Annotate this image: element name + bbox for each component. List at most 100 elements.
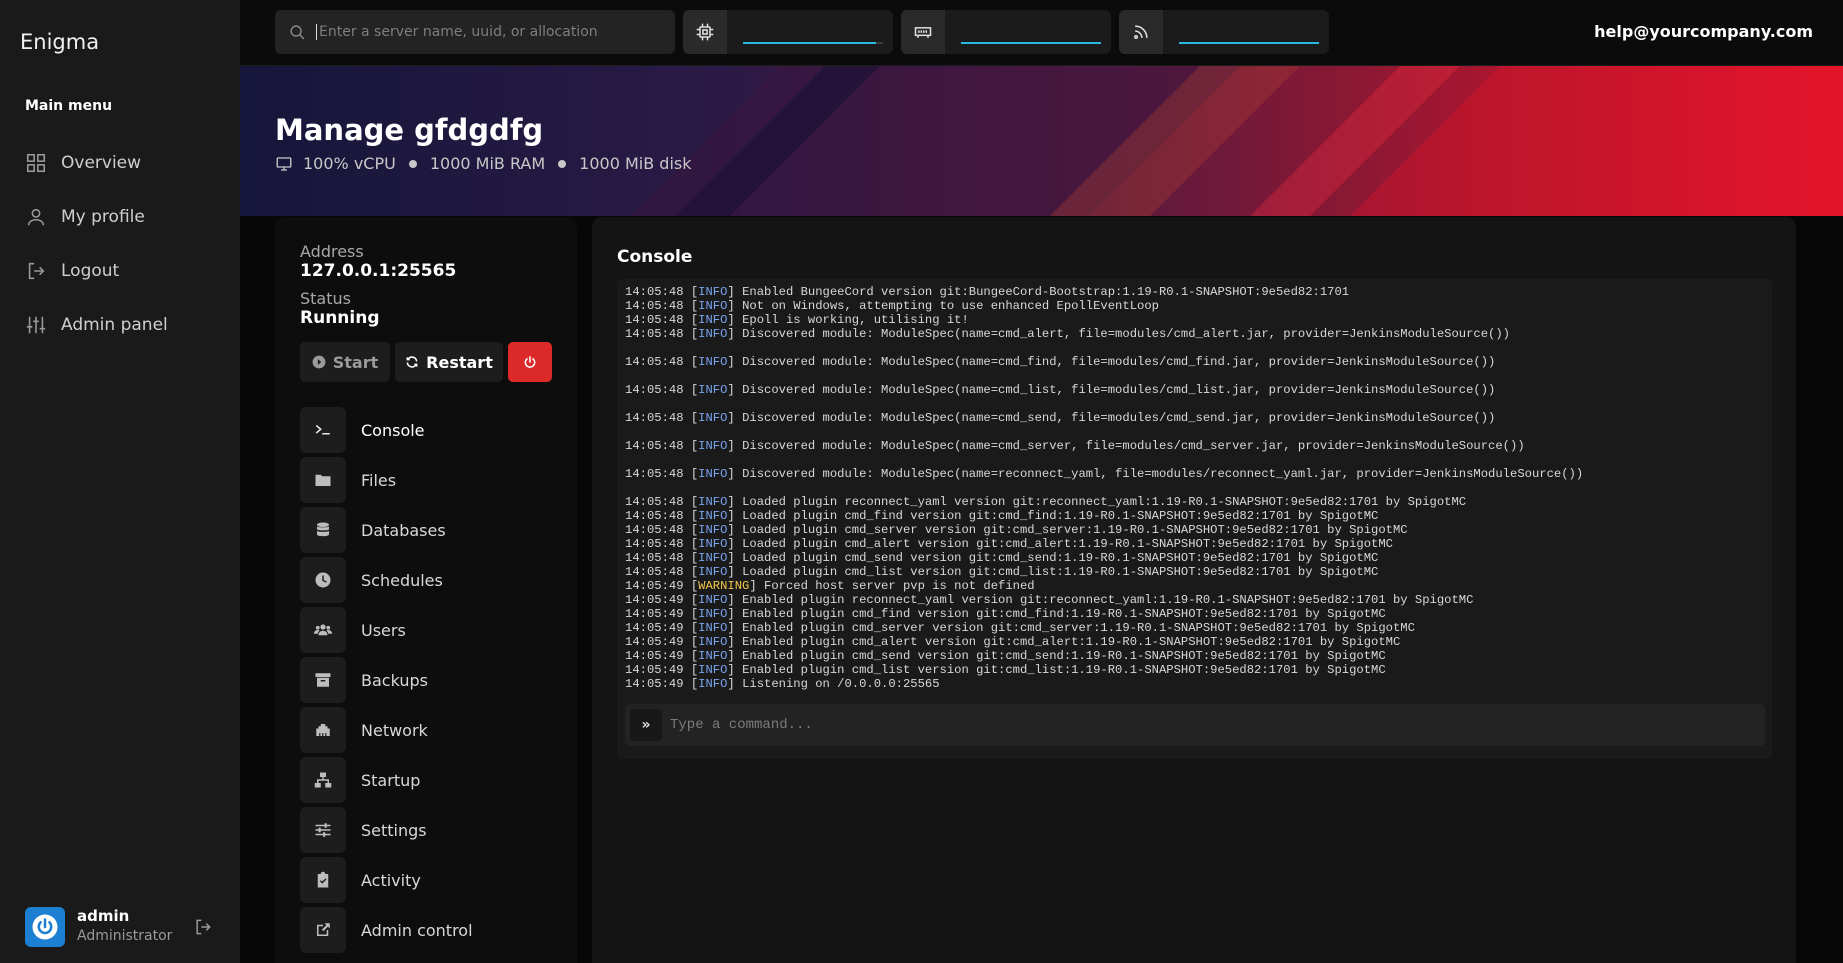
console-line: 14:05:48 [INFO] Loaded plugin reconnect_… (625, 495, 1467, 509)
tab-startup[interactable]: Startup (300, 755, 560, 805)
restart-button[interactable]: Restart (395, 342, 503, 382)
log-level-tag: INFO (698, 551, 728, 565)
brand-name[interactable]: Enigma (20, 30, 99, 54)
console-line: 14:05:48 [INFO] Epoll is working, utilis… (625, 313, 969, 327)
log-time: 14:05:49 (625, 621, 684, 635)
server-specs: 100% vCPU 1000 MiB RAM 1000 MiB disk (275, 154, 692, 173)
help-email-link[interactable]: help@yourcompany.com (1594, 22, 1813, 41)
logout-icon (196, 919, 211, 935)
power-button[interactable] (508, 342, 552, 382)
log-message: Enabled BungeeCord version git:BungeeCor… (742, 285, 1350, 299)
log-message: Enabled plugin cmd_list version git:cmd_… (742, 663, 1386, 677)
status-value: Running (300, 308, 380, 328)
tab-network[interactable]: Network (300, 705, 560, 755)
tab-label: Activity (361, 870, 421, 890)
disk-spec: 1000 MiB disk (579, 154, 692, 173)
refresh-icon (406, 356, 418, 368)
log-level-tag: INFO (698, 495, 728, 509)
log-time: 14:05:48 (625, 355, 684, 369)
log-level-tag: WARNING (698, 579, 750, 593)
cpu-usage-bar (743, 42, 883, 44)
external-link-icon (317, 923, 330, 936)
log-message: Loaded plugin cmd_list version git:cmd_l… (742, 565, 1379, 579)
user-name: admin (77, 907, 130, 925)
log-level-tag: INFO (698, 439, 728, 453)
log-level-tag: INFO (698, 285, 728, 299)
tab-databases[interactable]: Databases (300, 505, 560, 555)
log-level-tag: INFO (698, 355, 728, 369)
server-nav: Console Files Databases Schedules Users … (300, 405, 560, 955)
search-input[interactable] (316, 24, 656, 40)
sidebar-item-admin-panel[interactable]: Admin panel (25, 298, 225, 352)
clock-icon (315, 572, 331, 588)
console-line: 14:05:49 [INFO] Enabled plugin cmd_alert… (625, 635, 1401, 649)
console-line: 14:05:48 [INFO] Loaded plugin cmd_find v… (625, 509, 1379, 523)
console-title: Console (617, 247, 693, 267)
log-time: 14:05:48 (625, 439, 684, 453)
start-button[interactable]: Start (300, 342, 390, 382)
search-box[interactable] (275, 10, 675, 54)
console-log: 14:05:48 [INFO] Enabled BungeeCord versi… (625, 285, 1765, 691)
sidebar-item-overview[interactable]: Overview (25, 136, 225, 190)
tab-files[interactable]: Files (300, 455, 560, 505)
command-input[interactable] (670, 704, 1750, 746)
avatar[interactable] (25, 907, 65, 947)
main-nav: Overview My profile Logout Admin panel (25, 136, 225, 352)
sitemap-icon (314, 772, 332, 788)
logout-button[interactable] (193, 917, 213, 937)
tab-label: Startup (361, 770, 421, 790)
log-time: 14:05:49 (625, 649, 684, 663)
log-message: Enabled plugin cmd_server version git:cm… (742, 621, 1415, 635)
tab-label: Users (361, 620, 406, 640)
ethernet-icon (316, 724, 330, 736)
tab-schedules[interactable]: Schedules (300, 555, 560, 605)
log-time: 14:05:48 (625, 523, 684, 537)
command-bar[interactable]: » (625, 704, 1765, 746)
log-time: 14:05:49 (625, 663, 684, 677)
log-time: 14:05:48 (625, 299, 684, 313)
log-message: Discovered module: ModuleSpec(name=cmd_l… (742, 383, 1496, 397)
console-line: 14:05:48 [INFO] Not on Windows, attempti… (625, 299, 1159, 313)
console-line: 14:05:49 [WARNING] Forced host server pv… (625, 579, 1035, 593)
sidebar-item-label: Logout (61, 261, 120, 281)
sidebar-item-logout[interactable]: Logout (25, 244, 225, 298)
network-usage-bar (1179, 42, 1319, 44)
tab-activity[interactable]: Activity (300, 855, 560, 905)
console-output[interactable]: 14:05:48 [INFO] Enabled BungeeCord versi… (617, 279, 1772, 759)
cpu-icon (683, 10, 727, 54)
power-logo-icon (32, 914, 58, 940)
sidebar-item-label: Overview (61, 153, 142, 173)
tab-users[interactable]: Users (300, 605, 560, 655)
tab-backups[interactable]: Backups (300, 655, 560, 705)
log-message: Epoll is working, utilising it! (742, 313, 969, 327)
sidebar-item-label: My profile (61, 207, 145, 227)
log-level-tag: INFO (698, 593, 728, 607)
log-message: Discovered module: ModuleSpec(name=cmd_f… (742, 355, 1496, 369)
log-message: Loaded plugin cmd_send version git:cmd_s… (742, 551, 1379, 565)
console-line: 14:05:49 [INFO] Enabled plugin cmd_list … (625, 663, 1386, 677)
archive-icon (315, 673, 331, 687)
log-time: 14:05:49 (625, 635, 684, 649)
tab-label: Files (361, 470, 397, 490)
log-level-tag: INFO (698, 607, 728, 621)
tab-console[interactable]: Console (300, 405, 560, 455)
log-message: Loaded plugin cmd_find version git:cmd_f… (742, 509, 1379, 523)
tab-settings[interactable]: Settings (300, 805, 560, 855)
console-line: 14:05:48 [INFO] Discovered module: Modul… (625, 327, 1510, 341)
console-line: 14:05:48 [INFO] Loaded plugin cmd_alert … (625, 537, 1393, 551)
console-line: 14:05:48 [INFO] Loaded plugin cmd_server… (625, 523, 1408, 537)
tab-admin-control[interactable]: Admin control (300, 905, 560, 955)
console-line: 14:05:49 [INFO] Listening on /0.0.0.0:25… (625, 677, 940, 691)
log-time: 14:05:49 (625, 579, 684, 593)
log-message: Listening on /0.0.0.0:25565 (742, 677, 940, 691)
log-message: Enabled plugin cmd_find version git:cmd_… (742, 607, 1386, 621)
server-card: Address 127.0.0.1:25565 Status Running S… (275, 217, 577, 963)
sidebar-item-my-profile[interactable]: My profile (25, 190, 225, 244)
network-usage-fill (1179, 42, 1319, 44)
search-icon (290, 24, 305, 39)
folder-icon (315, 474, 331, 486)
log-message: Enabled plugin cmd_alert version git:cmd… (742, 635, 1401, 649)
log-time: 14:05:48 (625, 565, 684, 579)
log-level-tag: INFO (698, 649, 728, 663)
clipboard-check-icon (317, 871, 329, 888)
